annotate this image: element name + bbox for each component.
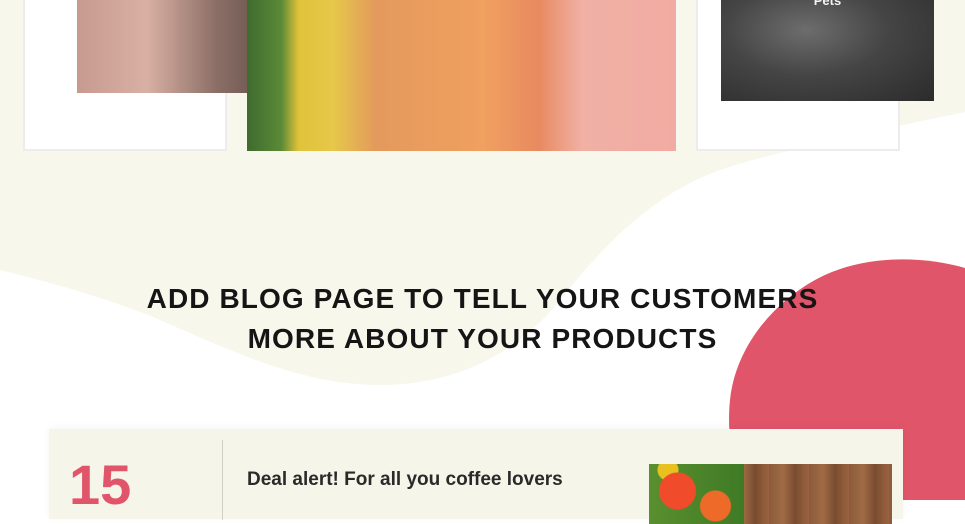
heading-line-2: MORE ABOUT YOUR PRODUCTS <box>247 323 718 354</box>
blog-post-divider <box>222 440 223 520</box>
blog-section-heading: ADD BLOG PAGE TO TELL YOUR CUSTOMERS MOR… <box>0 279 965 359</box>
heading-line-1: ADD BLOG PAGE TO TELL YOUR CUSTOMERS <box>146 283 819 314</box>
blog-post-card[interactable]: 15 Deal alert! For all you coffee lovers <box>49 429 903 524</box>
gallery-photo-pets[interactable]: Pets <box>721 0 934 101</box>
pets-label: Pets <box>813 0 842 8</box>
blog-post-title[interactable]: Deal alert! For all you coffee lovers <box>247 469 563 491</box>
flowers-image <box>649 464 744 524</box>
blog-post-date-day: 15 <box>69 453 132 516</box>
gallery-photo-women-center[interactable] <box>247 0 676 151</box>
blog-post-thumbnail[interactable] <box>649 464 892 524</box>
